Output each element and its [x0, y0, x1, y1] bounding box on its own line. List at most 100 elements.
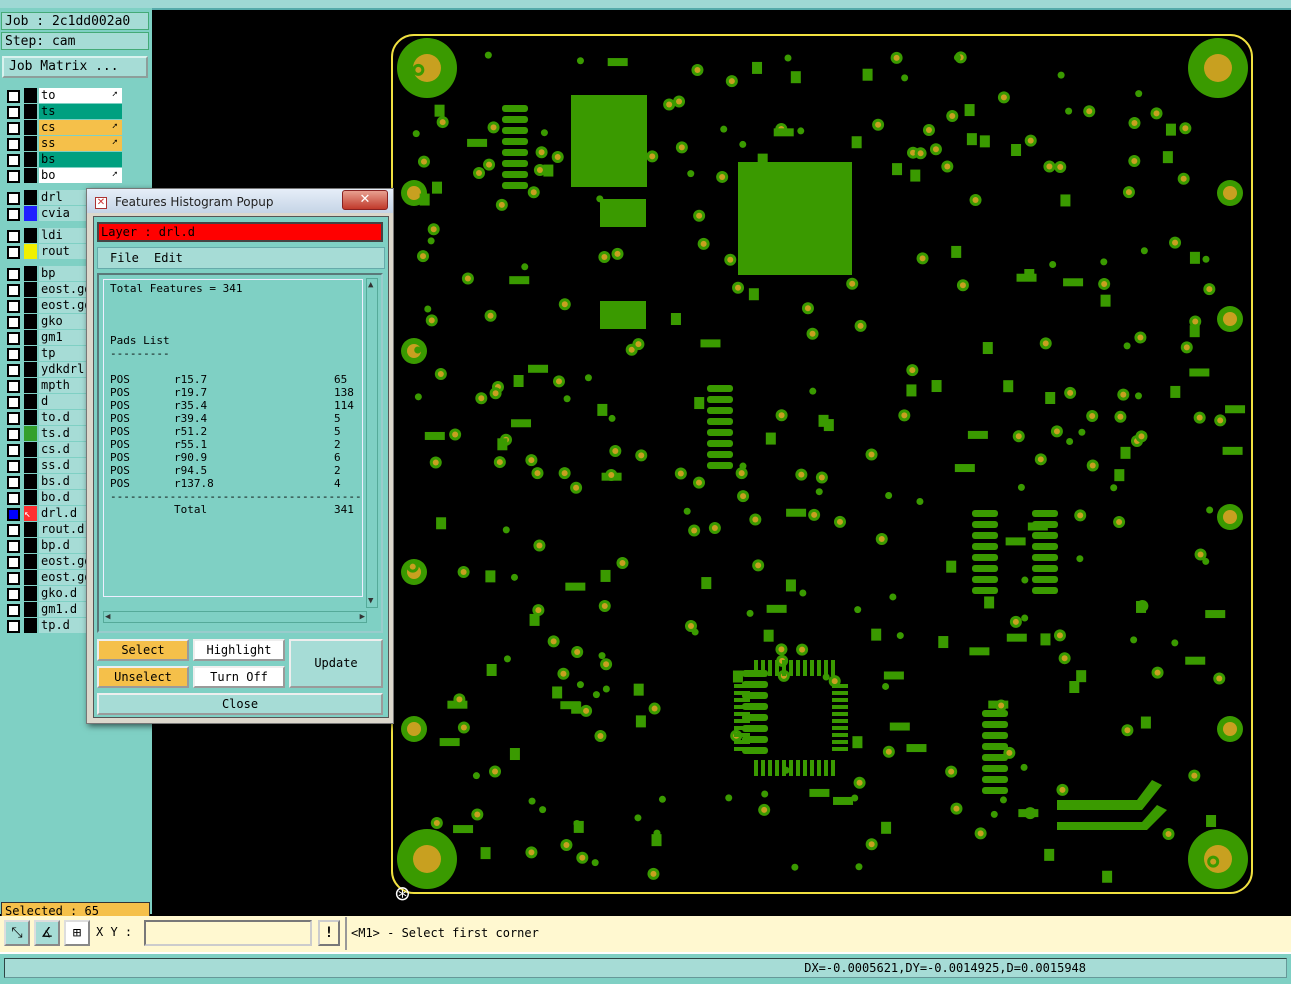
- scroll-left-icon[interactable]: ◀: [105, 612, 110, 622]
- menu-edit[interactable]: Edit: [154, 248, 183, 268]
- layer-row[interactable]: bo ➚: [2, 168, 127, 183]
- layer-row[interactable]: bs: [2, 152, 127, 167]
- layer-color-swatch[interactable]: [24, 426, 37, 441]
- layer-checkbox[interactable]: [7, 364, 20, 377]
- histogram-text[interactable]: Total Features = 341 Pads List --------- P…: [103, 279, 363, 597]
- layer-color-swatch[interactable]: [24, 298, 37, 313]
- update-button[interactable]: Update: [289, 639, 383, 688]
- layer-checkbox[interactable]: [7, 138, 20, 151]
- measure-icon[interactable]: ∡: [34, 920, 60, 946]
- layer-color-swatch[interactable]: [24, 474, 37, 489]
- layer-name[interactable]: bs: [39, 152, 122, 167]
- layer-color-swatch[interactable]: [24, 152, 37, 167]
- layer-color-swatch[interactable]: [24, 120, 37, 135]
- highlight-button[interactable]: Highlight: [193, 639, 285, 661]
- layer-color-swatch[interactable]: [24, 602, 37, 617]
- layer-row[interactable]: ss ➚: [2, 136, 127, 151]
- layer-color-swatch[interactable]: [24, 244, 37, 259]
- scroll-down-icon[interactable]: ▼: [368, 596, 373, 606]
- layer-checkbox[interactable]: [7, 380, 20, 393]
- layer-checkbox[interactable]: [7, 332, 20, 345]
- layer-checkbox[interactable]: [7, 572, 20, 585]
- layer-color-swatch[interactable]: [24, 168, 37, 183]
- layer-color-swatch[interactable]: [24, 554, 37, 569]
- layer-color-swatch[interactable]: [24, 586, 37, 601]
- layer-checkbox[interactable]: [7, 604, 20, 617]
- layer-name[interactable]: to: [39, 88, 122, 103]
- layer-checkbox[interactable]: [7, 230, 20, 243]
- layer-checkbox[interactable]: [7, 444, 20, 457]
- layer-color-swatch[interactable]: [24, 346, 37, 361]
- layer-name[interactable]: cs: [39, 120, 122, 135]
- layer-row[interactable]: ts: [2, 104, 127, 119]
- layer-checkbox[interactable]: [7, 348, 20, 361]
- layer-color-swatch[interactable]: [24, 410, 37, 425]
- layer-checkbox[interactable]: [7, 284, 20, 297]
- layer-color-swatch[interactable]: [24, 570, 37, 585]
- turn-off-button[interactable]: Turn Off: [193, 666, 285, 688]
- layer-checkbox[interactable]: [7, 620, 20, 633]
- layer-color-swatch[interactable]: [24, 330, 37, 345]
- layer-color-swatch[interactable]: [24, 314, 37, 329]
- layer-checkbox[interactable]: [7, 246, 20, 259]
- layer-color-swatch[interactable]: [24, 522, 37, 537]
- layer-name[interactable]: ts: [39, 104, 122, 119]
- menu-file[interactable]: File: [110, 248, 139, 268]
- layer-color-swatch[interactable]: [24, 88, 37, 103]
- zoom-fit-icon[interactable]: ⤡: [4, 920, 30, 946]
- layer-checkbox[interactable]: [7, 316, 20, 329]
- layer-checkbox[interactable]: [7, 412, 20, 425]
- layer-checkbox[interactable]: [7, 106, 20, 119]
- unselect-button[interactable]: Unselect: [97, 666, 189, 688]
- layer-checkbox[interactable]: [7, 268, 20, 281]
- scroll-right-icon[interactable]: ▶: [360, 612, 365, 622]
- layer-color-swatch[interactable]: [24, 458, 37, 473]
- layer-checkbox[interactable]: [7, 154, 20, 167]
- layer-checkbox[interactable]: [7, 192, 20, 205]
- layer-color-swatch[interactable]: [24, 538, 37, 553]
- snap-grid-icon[interactable]: ⊞: [64, 920, 90, 946]
- layer-checkbox[interactable]: [7, 540, 20, 553]
- layer-color-swatch[interactable]: [24, 136, 37, 151]
- layer-row[interactable]: to ➚: [2, 88, 127, 103]
- layer-row[interactable]: cs ➚: [2, 120, 127, 135]
- layer-checkbox[interactable]: [7, 396, 20, 409]
- layer-color-swatch[interactable]: [24, 394, 37, 409]
- layer-color-swatch[interactable]: [24, 442, 37, 457]
- layer-color-swatch[interactable]: ↖: [24, 506, 37, 521]
- layer-color-swatch[interactable]: [24, 362, 37, 377]
- close-button[interactable]: Close: [97, 693, 383, 715]
- layer-color-swatch[interactable]: [24, 490, 37, 505]
- warning-icon[interactable]: !: [318, 920, 340, 946]
- layer-checkbox[interactable]: [7, 428, 20, 441]
- layer-name[interactable]: bo: [39, 168, 122, 183]
- vertical-scrollbar[interactable]: ▲ ▼: [366, 278, 378, 608]
- job-matrix-button[interactable]: Job Matrix ...: [2, 56, 148, 78]
- layer-color-swatch[interactable]: [24, 282, 37, 297]
- xy-input[interactable]: [144, 920, 312, 946]
- layer-checkbox[interactable]: [7, 524, 20, 537]
- layer-color-swatch[interactable]: [24, 266, 37, 281]
- layer-checkbox[interactable]: [7, 300, 20, 313]
- layer-color-swatch[interactable]: [24, 618, 37, 633]
- scroll-up-icon[interactable]: ▲: [368, 280, 373, 290]
- select-button[interactable]: Select: [97, 639, 189, 661]
- layer-color-swatch[interactable]: [24, 228, 37, 243]
- layer-checkbox[interactable]: [7, 556, 20, 569]
- layer-color-swatch[interactable]: [24, 190, 37, 205]
- layer-checkbox[interactable]: [7, 588, 20, 601]
- layer-checkbox[interactable]: [7, 122, 20, 135]
- horizontal-scrollbar[interactable]: ◀ ▶: [103, 611, 367, 623]
- layer-checkbox[interactable]: [7, 508, 20, 521]
- close-icon[interactable]: ✕: [342, 190, 388, 210]
- layer-color-swatch[interactable]: [24, 378, 37, 393]
- layer-checkbox[interactable]: [7, 170, 20, 183]
- layer-name[interactable]: ss: [39, 136, 122, 151]
- layer-checkbox[interactable]: [7, 492, 20, 505]
- layer-color-swatch[interactable]: [24, 104, 37, 119]
- layer-checkbox[interactable]: [7, 208, 20, 221]
- layer-checkbox[interactable]: [7, 460, 20, 473]
- layer-checkbox[interactable]: [7, 90, 20, 103]
- layer-checkbox[interactable]: [7, 476, 20, 489]
- layer-color-swatch[interactable]: [24, 206, 37, 221]
